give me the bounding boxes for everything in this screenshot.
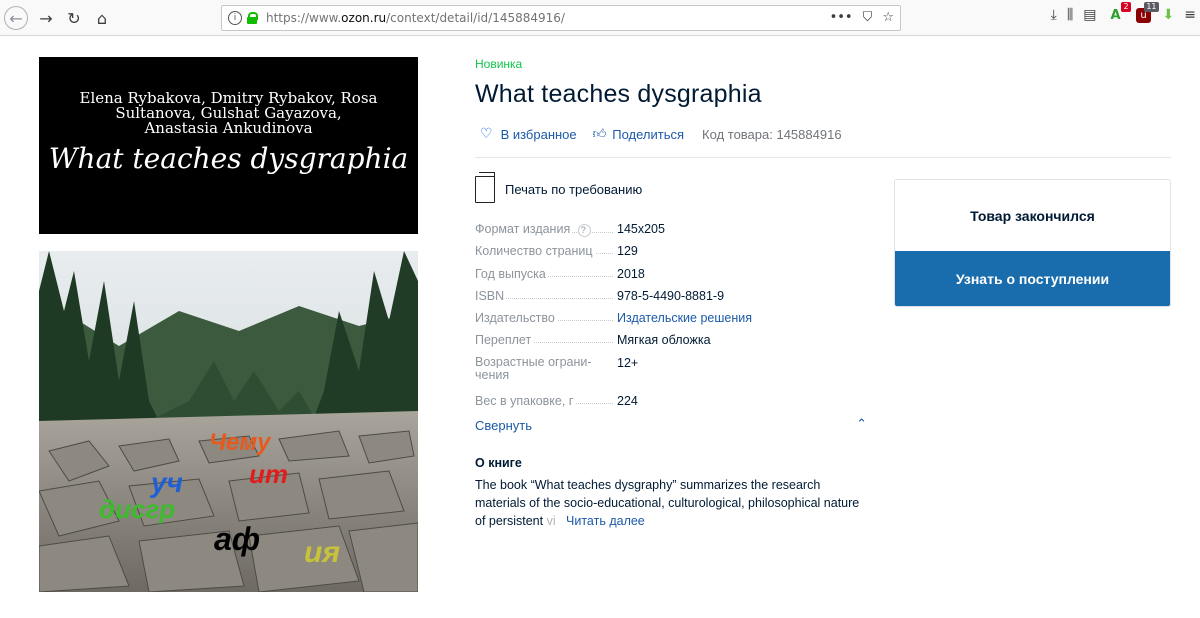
spec-key: Год выпуска (475, 266, 548, 281)
heart-icon[interactable]: ♡ (480, 126, 493, 142)
publisher-link[interactable]: Издательские решения (617, 311, 752, 325)
spec-key: ISBN (475, 288, 507, 303)
book-cover-top[interactable]: Elena Rybakova, Dmitry Rybakov, Rosa Sul… (39, 57, 418, 234)
extension-badge: 2 (1121, 2, 1131, 12)
spec-key: Формат издания (475, 222, 573, 236)
product-actions: ♡ В избранное 👍︎ Поделиться Код товара: … (480, 126, 842, 142)
url-text[interactable]: https://www.ozon.ru/context/detail/id/14… (266, 11, 565, 25)
cover-word-2: ит (249, 459, 288, 489)
extension-a-icon[interactable]: A 2 (1107, 2, 1131, 24)
menu-icon[interactable]: ≡ (1184, 7, 1196, 23)
spec-row: Переплет Мягкая обложка (475, 333, 775, 355)
about-text: The book “What teaches dysgraphy” summar… (475, 476, 870, 530)
spec-key: Количество страниц (475, 244, 595, 259)
spec-value: 145x205 (617, 222, 665, 236)
back-arrow-icon[interactable]: ← (4, 6, 28, 30)
spec-row: Издательство Издательские решения (475, 311, 775, 333)
pocket-icon[interactable]: ⛉ (863, 10, 873, 25)
buy-box: Товар закончился Узнать о поступлении (894, 179, 1171, 307)
more-icon[interactable]: ••• (830, 10, 853, 25)
product-title: What teaches dysgraphia (475, 80, 762, 108)
spec-value: 224 (617, 393, 638, 408)
download-icon[interactable]: ⤓ (1051, 7, 1057, 23)
spec-key: Вес в упаковке, г (475, 393, 576, 408)
spec-key: Возрастные ограни-чения (475, 355, 592, 382)
url-bar[interactable]: i https://www.ozon.ru/context/detail/id/… (221, 5, 901, 31)
cover-title: What teaches dysgraphia (48, 142, 409, 175)
spec-row: Возрастные ограни-чения 12+ (475, 355, 775, 394)
home-icon[interactable]: ⌂ (90, 6, 114, 30)
lock-icon[interactable] (246, 12, 258, 24)
cover-word-1: Чему (209, 429, 271, 456)
spec-row: Вес в упаковке, г 224 (475, 393, 775, 416)
print-on-demand: Печать по требованию (475, 172, 643, 203)
spec-value: 12+ (617, 355, 639, 370)
spec-row: Год выпуска 2018 (475, 266, 775, 289)
cover-authors: Elena Rybakova, Dmitry Rybakov, Rosa Sul… (79, 89, 378, 137)
extension-download-icon[interactable]: ⬇ (1163, 7, 1175, 23)
extension-u-icon[interactable]: u 11 (1135, 2, 1159, 24)
thumbs-up-icon[interactable]: 👍︎ (593, 127, 607, 142)
cover-word-4: дисгр (99, 494, 176, 524)
new-badge: Новинка (475, 57, 523, 71)
specs-list: Формат издания ? 145x205 Количество стра… (475, 222, 775, 416)
spec-value: 978-5-4490-8881-9 (617, 288, 725, 303)
cover-word-6: ия (304, 536, 340, 569)
forward-arrow-icon[interactable]: → (34, 6, 58, 30)
collapse-link[interactable]: Свернуть ⌃ (475, 417, 867, 433)
divider (475, 157, 1171, 158)
spec-row: ISBN 978-5-4490-8881-9 (475, 288, 775, 311)
spec-value: Мягкая обложка (617, 333, 711, 348)
collapse-label[interactable]: Свернуть (475, 418, 532, 433)
spec-row: Количество страниц 129 (475, 244, 775, 266)
about-fade: vi (546, 514, 556, 528)
spec-value: 129 (617, 244, 638, 259)
favorite-link[interactable]: В избранное (501, 127, 577, 142)
about-body: The book “What teaches dysgraphy” summar… (475, 478, 860, 528)
reload-icon[interactable]: ↻ (62, 6, 86, 30)
cover-word-5: аф (214, 521, 261, 557)
library-icon[interactable]: ⫼ (1067, 7, 1073, 23)
spec-key: Переплет (475, 333, 534, 348)
book-icon (475, 172, 495, 203)
print-on-demand-label: Печать по требованию (505, 182, 643, 197)
product-code: Код товара: 145884916 (702, 126, 842, 142)
chevron-up-icon[interactable]: ⌃ (856, 417, 867, 432)
spec-key: Издательство (475, 311, 557, 326)
spec-row: Формат издания ? 145x205 (475, 222, 775, 244)
notify-button[interactable]: Узнать о поступлении (895, 251, 1170, 306)
out-of-stock-label: Товар закончился (970, 207, 1095, 224)
spec-value: 2018 (617, 266, 645, 281)
extension-badge: 11 (1144, 2, 1159, 12)
help-icon[interactable]: ? (577, 224, 591, 237)
bookmark-star-icon[interactable]: ☆ (882, 10, 894, 25)
about-heading: О книге (475, 456, 522, 470)
share-link[interactable]: Поделиться (612, 127, 684, 142)
book-cover-photo[interactable]: Чему ит уч дисгр аф ия (39, 251, 418, 592)
sidebar-icon[interactable]: ▤ (1083, 7, 1096, 23)
read-more-link[interactable]: Читать далее (566, 514, 645, 528)
browser-toolbar: ← → ↻ ⌂ i https://www.ozon.ru/context/de… (0, 0, 1200, 36)
info-icon[interactable]: i (228, 11, 242, 25)
